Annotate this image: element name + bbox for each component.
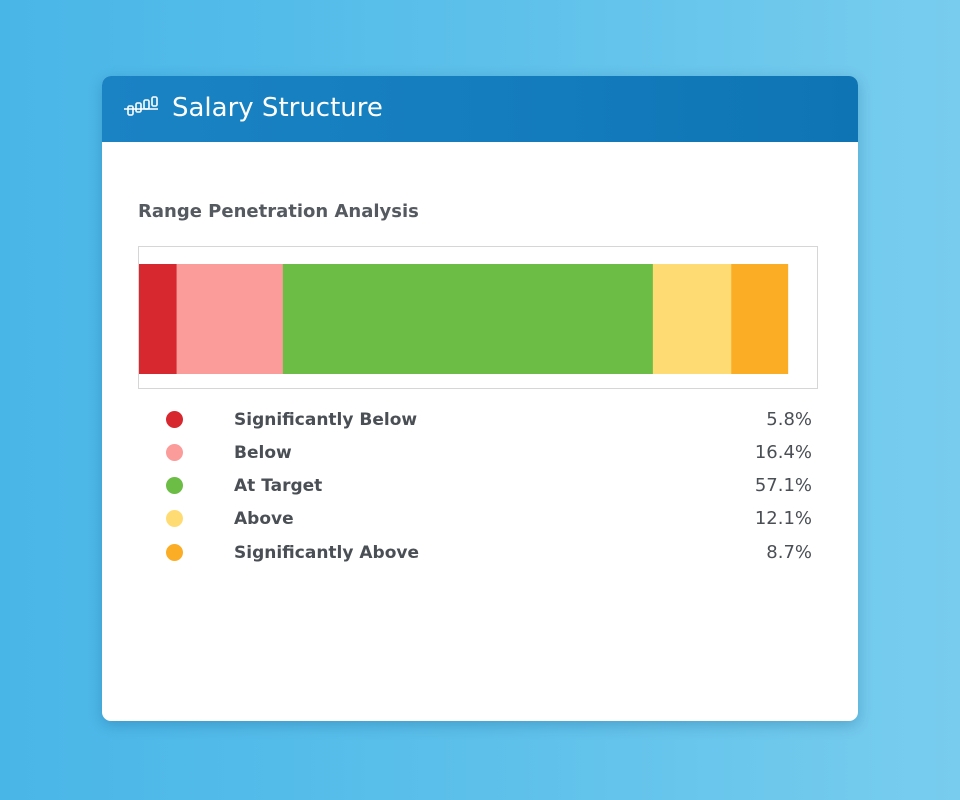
chart-title: Range Penetration Analysis — [138, 201, 419, 222]
salary-structure-card: Salary Structure Range Penetration Analy… — [102, 76, 858, 721]
legend-label: Above — [234, 509, 294, 529]
legend-dot-significantly-above — [166, 544, 183, 561]
bar-segment-at-target[interactable] — [282, 264, 654, 374]
legend-item-significantly-below: Significantly Below 5.8% — [102, 404, 858, 437]
salary-structure-icon — [124, 96, 158, 116]
legend-item-above: Above 12.1% — [102, 503, 858, 536]
legend-value: 5.8% — [766, 409, 812, 430]
chart-legend: Significantly Below 5.8% Below 16.4% At Targ… — [102, 404, 858, 574]
legend-label: Below — [234, 443, 292, 463]
legend-label: At Target — [234, 476, 323, 496]
legend-dot-at-target — [166, 477, 183, 494]
card-title: Salary Structure — [172, 93, 383, 123]
bar-segment-significantly-below[interactable] — [139, 264, 178, 374]
card-header: Salary Structure — [102, 76, 858, 142]
legend-value: 8.7% — [766, 542, 812, 563]
legend-item-significantly-above: Significantly Above 8.7% — [102, 537, 858, 570]
legend-dot-below — [166, 444, 183, 461]
legend-label: Significantly Below — [234, 410, 418, 430]
stacked-bar-chart — [139, 264, 789, 374]
bar-segment-above[interactable] — [652, 264, 732, 374]
legend-dot-above — [166, 510, 183, 527]
legend-label: Significantly Above — [234, 543, 419, 563]
legend-item-below: Below 16.4% — [102, 437, 858, 470]
legend-dot-significantly-below — [166, 411, 183, 428]
legend-value: 57.1% — [754, 475, 812, 496]
legend-value: 12.1% — [754, 508, 812, 529]
bar-segment-below[interactable] — [176, 264, 284, 374]
legend-item-at-target: At Target 57.1% — [102, 470, 858, 503]
bar-segment-significantly-above[interactable] — [731, 264, 789, 374]
legend-value: 16.4% — [754, 442, 812, 463]
chart-frame — [138, 246, 818, 389]
